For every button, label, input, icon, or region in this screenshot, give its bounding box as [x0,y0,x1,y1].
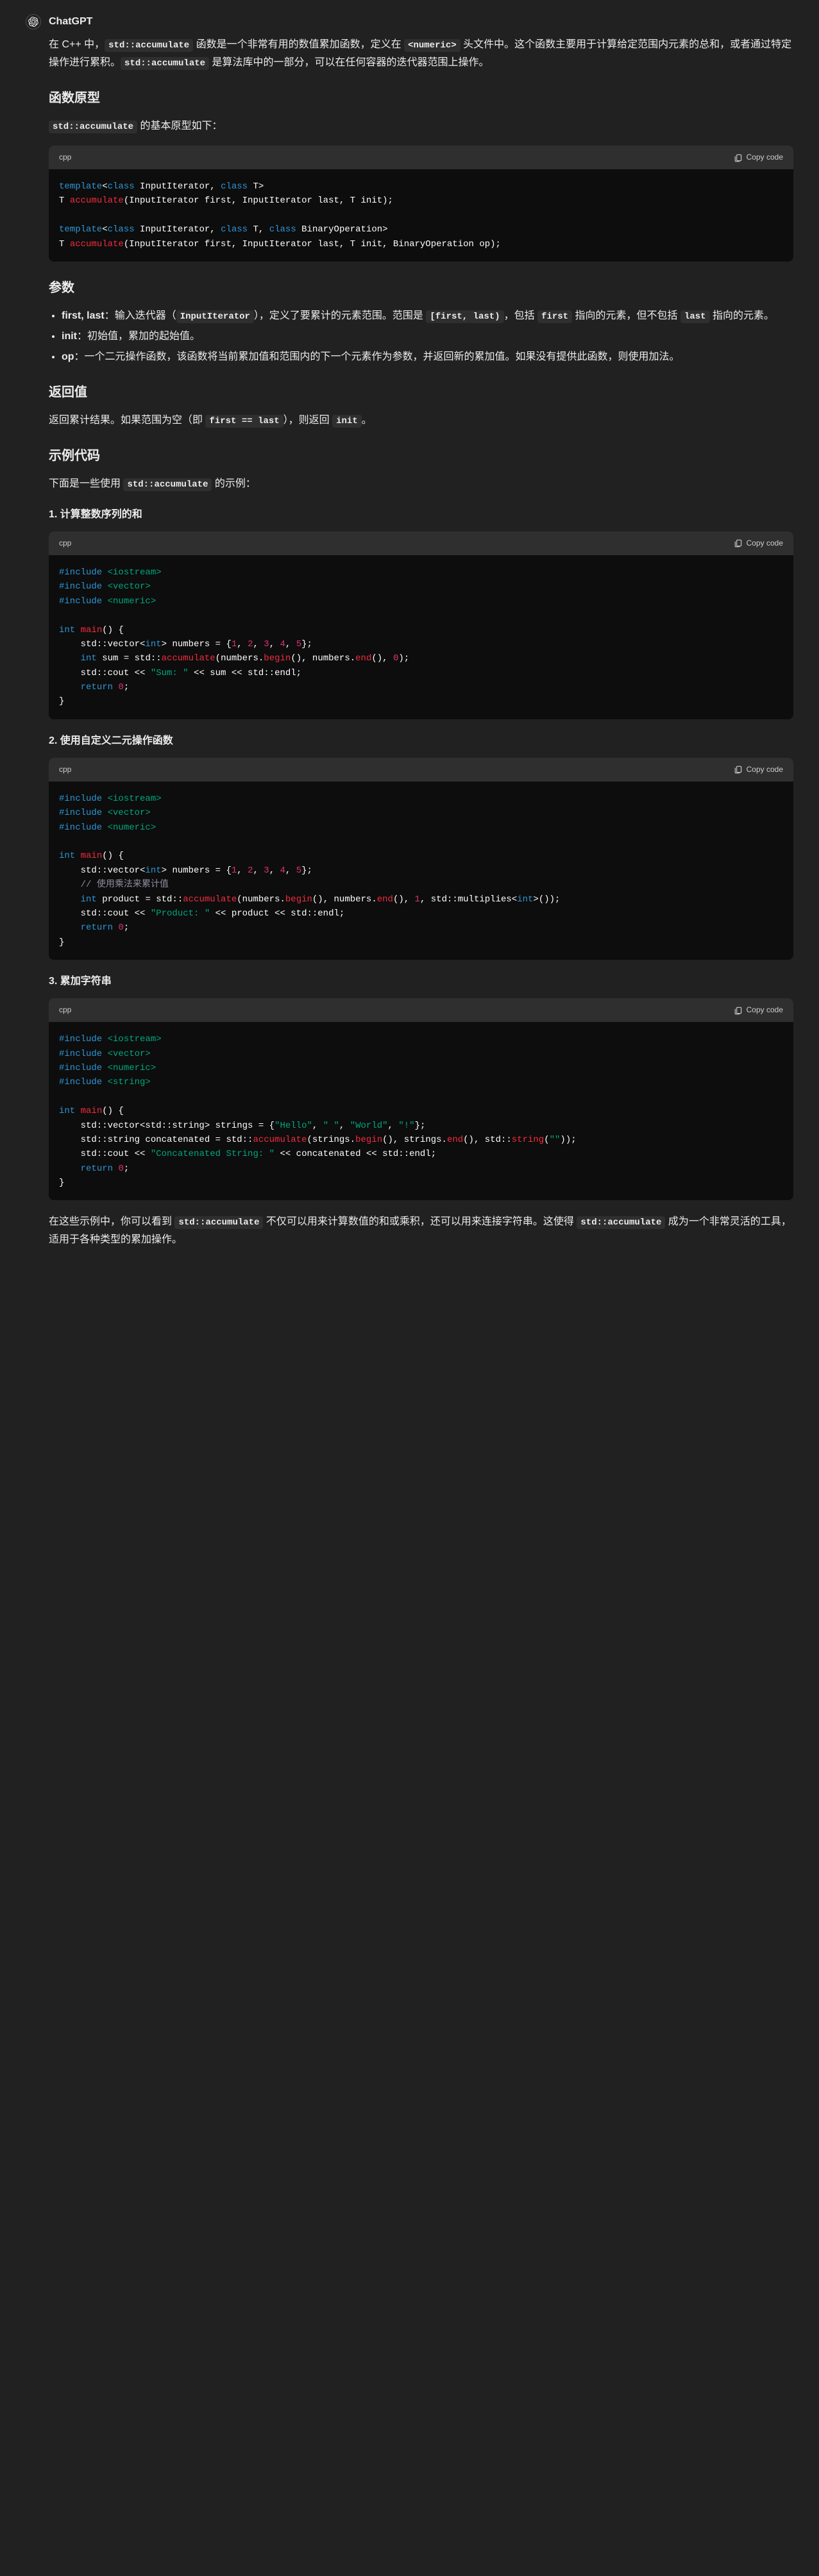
code-content[interactable]: #include <iostream> #include <vector> #i… [49,782,793,960]
text: 的基本原型如下： [137,121,222,131]
copy-label: Copy code [747,1003,783,1017]
code-lang: cpp [59,1003,71,1017]
inline-code: <numeric> [404,39,460,52]
text: ：输入迭代器（ [105,310,176,321]
text: 在 C++ 中， [49,39,105,50]
text: ，包括 [504,310,537,321]
heading-return: 返回值 [49,381,793,404]
inline-code: std::accumulate [123,478,212,491]
example-3-heading: 3. 累加字符串 [49,973,793,991]
text: 在这些示例中，你可以看到 [49,1216,174,1227]
inline-code: first == last [205,415,283,428]
text: 指向的元素。 [710,310,774,321]
inline-code: std::accumulate [174,1216,263,1229]
copy-code-button[interactable]: Copy code [734,763,783,776]
message-content: 在 C++ 中，std::accumulate 函数是一个非常有用的数值累加函数… [49,36,793,1249]
inline-code: [first, last) [426,310,503,323]
copy-label: Copy code [747,151,783,164]
text: 。 [362,415,372,426]
example-1-heading: 1. 计算整数序列的和 [49,506,793,524]
params-list: first, last：输入迭代器（InputIterator），定义了要累计的… [62,307,793,366]
text: ），则返回 [283,415,332,426]
copy-code-button[interactable]: Copy code [734,537,783,550]
inline-code: std::accumulate [577,1216,665,1229]
code-content[interactable]: #include <iostream> #include <vector> #i… [49,555,793,719]
list-item: op：一个二元操作函数，该函数将当前累加值和范围内的下一个元素作为参数，并返回新… [62,348,793,366]
text: 返回累计结果。如果范围为空（即 [49,415,205,426]
param-name: init [62,331,77,342]
code-lang: cpp [59,763,71,776]
clipboard-icon [734,1006,743,1015]
text: 下面是一些使用 [49,478,123,489]
copy-label: Copy code [747,763,783,776]
code-lang: cpp [59,151,71,164]
clipboard-icon [734,153,743,162]
inline-code: std::accumulate [49,121,137,133]
return-paragraph: 返回累计结果。如果范围为空（即 first == last），则返回 init。 [49,412,793,430]
text: 函数是一个非常有用的数值累加函数，定义在 [193,39,404,50]
heading-prototype: 函数原型 [49,87,793,110]
clipboard-icon [734,765,743,774]
code-header: cpp Copy code [49,146,793,169]
code-block-example-3: cpp Copy code #include <iostream> #inclu… [49,998,793,1200]
inline-code: first [537,310,572,323]
copy-code-button[interactable]: Copy code [734,151,783,164]
inline-code: std::accumulate [121,57,209,70]
message-header: ChatGPT [26,13,793,31]
inline-code: init [332,415,362,428]
text: ：初始值，累加的起始值。 [77,331,200,342]
avatar [26,14,41,29]
intro-paragraph: 在 C++ 中，std::accumulate 函数是一个非常有用的数值累加函数… [49,36,793,72]
param-name: first, last [62,310,105,321]
code-content[interactable]: template<class InputIterator, class T> T… [49,169,793,262]
text: ：一个二元操作函数，该函数将当前累加值和范围内的下一个元素作为参数，并返回新的累… [74,351,680,362]
list-item: init：初始值，累加的起始值。 [62,328,793,346]
code-header: cpp Copy code [49,758,793,782]
copy-label: Copy code [747,537,783,550]
text: 的示例： [212,478,255,489]
code-header: cpp Copy code [49,998,793,1022]
inline-code: InputIterator [176,310,254,323]
text: 指向的元素，但不包括 [572,310,680,321]
code-block-example-2: cpp Copy code #include <iostream> #inclu… [49,758,793,960]
inline-code: last [680,310,710,323]
text: ），定义了要累计的元素范围。范围是 [254,310,426,321]
param-name: op [62,351,74,362]
example-2-heading: 2. 使用自定义二元操作函数 [49,732,793,750]
code-content[interactable]: #include <iostream> #include <vector> #i… [49,1022,793,1200]
heading-params: 参数 [49,277,793,299]
code-block-prototype: cpp Copy code template<class InputIterat… [49,146,793,262]
examples-paragraph: 下面是一些使用 std::accumulate 的示例： [49,475,793,493]
text: 是算法库中的一部分，可以在任何容器的迭代器范围上操作。 [209,57,489,68]
proto-paragraph: std::accumulate 的基本原型如下： [49,117,793,135]
inline-code: std::accumulate [105,39,193,52]
code-block-example-1: cpp Copy code #include <iostream> #inclu… [49,531,793,719]
outro-paragraph: 在这些示例中，你可以看到 std::accumulate 不仅可以用来计算数值的… [49,1213,793,1249]
text: 不仅可以用来计算数值的和或乘积，还可以用来连接字符串。这使得 [263,1216,577,1227]
openai-icon [28,17,38,27]
clipboard-icon [734,539,743,548]
author-name: ChatGPT [49,13,92,31]
code-header: cpp Copy code [49,531,793,555]
code-lang: cpp [59,537,71,550]
list-item: first, last：输入迭代器（InputIterator），定义了要累计的… [62,307,793,325]
assistant-message: ChatGPT 在 C++ 中，std::accumulate 函数是一个非常有… [0,0,819,1285]
copy-code-button[interactable]: Copy code [734,1003,783,1017]
heading-examples: 示例代码 [49,445,793,467]
